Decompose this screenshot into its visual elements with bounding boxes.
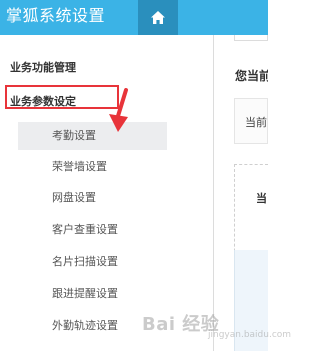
home-button[interactable] xyxy=(138,0,178,35)
sidebar-item-label: 名片扫描设置 xyxy=(52,255,118,268)
home-icon xyxy=(151,11,165,24)
settings-panel-label: 当 xyxy=(256,192,267,205)
sidebar-section-business-functions[interactable]: 业务功能管理 xyxy=(10,59,76,75)
content-top-panel xyxy=(234,35,268,41)
app-title: 掌狐系统设置 xyxy=(6,6,106,25)
top-header-bar: 掌狐系统设置 xyxy=(0,0,268,35)
sidebar: 业务功能管理 业务参数设定 考勤设置 荣誉墙设置 网盘设置 客户查重设置 名片扫… xyxy=(0,35,176,351)
content-divider xyxy=(213,35,214,351)
sidebar-item-followup-reminder[interactable]: 跟进提醒设置 xyxy=(18,280,167,308)
watermark-url: jingyan.baidu.com xyxy=(208,330,292,340)
sidebar-item-netdisk[interactable]: 网盘设置 xyxy=(18,184,167,212)
sidebar-item-card-scan[interactable]: 名片扫描设置 xyxy=(18,248,167,276)
sidebar-item-customer-dedup[interactable]: 客户查重设置 xyxy=(18,216,167,244)
sidebar-item-honor-wall[interactable]: 荣誉墙设置 xyxy=(18,153,167,181)
annotation-arrow-icon xyxy=(109,88,128,132)
sidebar-item-label: 外勤轨迹设置 xyxy=(52,319,118,332)
sidebar-section-business-params[interactable]: 业务参数设定 xyxy=(10,93,76,109)
sidebar-item-label: 客户查重设置 xyxy=(52,223,118,236)
sidebar-item-label: 荣誉墙设置 xyxy=(52,160,107,173)
sidebar-item-attendance[interactable]: 考勤设置 xyxy=(18,122,167,150)
content-heading: 您当前 xyxy=(235,69,268,83)
sidebar-item-label: 考勤设置 xyxy=(52,129,96,142)
sidebar-item-label: 网盘设置 xyxy=(52,191,96,204)
sidebar-item-label: 跟进提醒设置 xyxy=(52,287,118,300)
info-text: 当前 xyxy=(245,116,267,129)
